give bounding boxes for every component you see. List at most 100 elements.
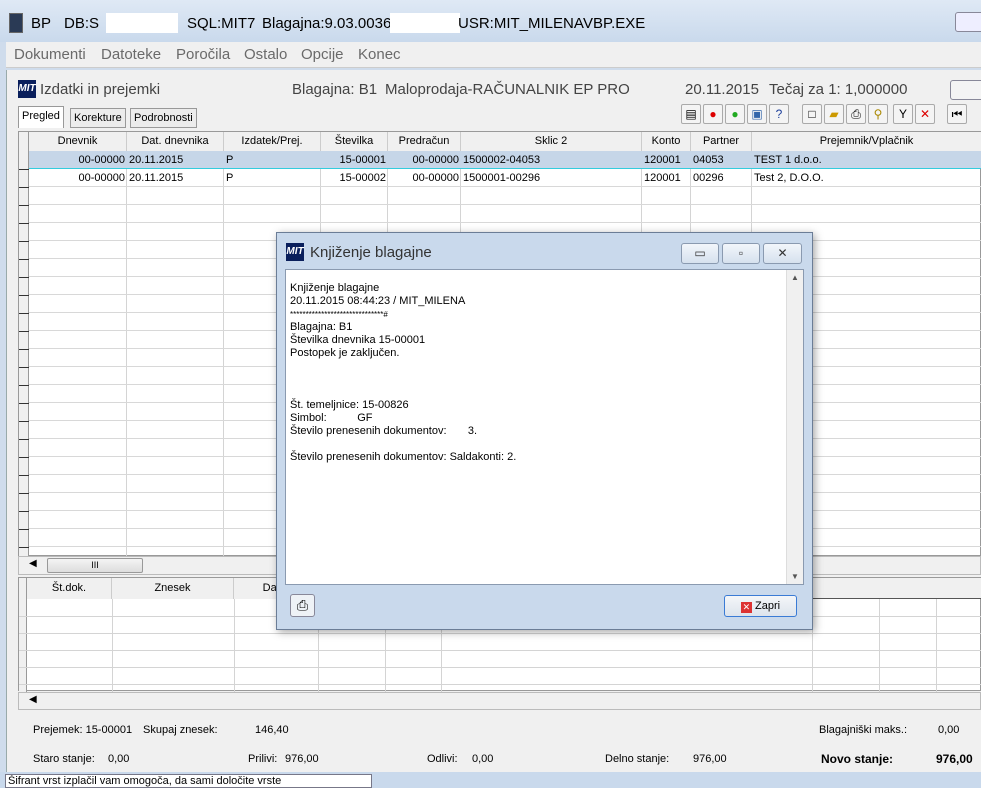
- row-header-marker: [19, 511, 29, 512]
- menu-dokumenti[interactable]: Dokumenti: [14, 46, 86, 63]
- export-icon[interactable]: ▣: [747, 104, 767, 124]
- row-divider: [19, 633, 981, 634]
- print-icon[interactable]: ⎙: [846, 104, 866, 124]
- dialog-maximize-button[interactable]: ▫: [722, 243, 760, 264]
- column-header[interactable]: Konto: [642, 132, 691, 151]
- prilivi-label: Prilivi:: [248, 753, 278, 765]
- child-minimize-button[interactable]: [950, 80, 981, 100]
- menu-ostalo[interactable]: Ostalo: [244, 46, 287, 63]
- table-cell: 04053: [693, 154, 724, 166]
- help-icon[interactable]: ?: [769, 104, 789, 124]
- row-header-marker: [19, 313, 29, 314]
- log-line: 20.11.2015 08:44:23 / MIT_MILENA: [290, 295, 466, 307]
- row-header-marker: [19, 547, 29, 548]
- menu-datoteke[interactable]: Datoteke: [101, 46, 161, 63]
- report-icon[interactable]: ▤: [681, 104, 701, 124]
- column-header[interactable]: Dat. dnevnika: [127, 132, 224, 151]
- table-row[interactable]: 00-00000 20.11.2015 P 15-00001 00-00000 15000…: [29, 151, 981, 169]
- filter-icon[interactable]: Y: [893, 104, 913, 124]
- column-header[interactable]: Predračun: [388, 132, 461, 151]
- row-header-marker: [19, 277, 29, 278]
- odlivi-label: Odlivi:: [427, 753, 458, 765]
- open-folder-icon[interactable]: ▰: [824, 104, 844, 124]
- tab-podrobnosti[interactable]: Podrobnosti: [130, 108, 197, 128]
- app-title-bar: BP DB:S SQL:MIT7 Blagajna:9.03.0036 USR:…: [0, 0, 981, 42]
- delete-icon[interactable]: ●: [703, 104, 723, 124]
- row-header-marker: [19, 169, 29, 170]
- table-cell: 120001: [644, 154, 681, 166]
- row-divider: [19, 684, 981, 685]
- find-icon[interactable]: ⚲: [868, 104, 888, 124]
- scroll-left-icon[interactable]: ◀: [29, 694, 37, 705]
- log-line: Št. temeljnice: 15-00826: [290, 399, 409, 411]
- table-cell: 15-00001: [339, 154, 387, 166]
- row-header-marker: [19, 475, 29, 476]
- row-divider: [19, 650, 981, 651]
- zapri-label: Zapri: [755, 600, 781, 612]
- row-header-marker: [19, 223, 29, 224]
- dialog-title: Knjiženje blagajne: [310, 244, 432, 261]
- row-header-marker: [19, 529, 29, 530]
- scroll-left-icon[interactable]: ◀: [29, 558, 37, 569]
- app-icon: [9, 13, 23, 33]
- row-header-marker: [19, 187, 29, 188]
- empty-row[interactable]: [29, 205, 981, 223]
- column-header[interactable]: Sklic 2: [461, 132, 642, 151]
- table-cell: 00296: [693, 172, 724, 184]
- dialog-minimize-button[interactable]: ▭: [681, 243, 719, 264]
- column-header[interactable]: Prejemnik/Vplačnik: [752, 132, 981, 151]
- log-line: [290, 373, 803, 386]
- menu-porocila[interactable]: Poročila: [176, 46, 230, 63]
- first-record-icon[interactable]: ⏮: [947, 104, 967, 124]
- dialog-print-button[interactable]: ⎙: [290, 594, 315, 617]
- column-header[interactable]: Številka: [321, 132, 388, 151]
- empty-row[interactable]: [29, 187, 981, 205]
- detail-horizontal-scrollbar[interactable]: ◀: [18, 692, 981, 710]
- column-header[interactable]: Dnevnik: [29, 132, 127, 151]
- table-cell: 15-00002: [339, 172, 387, 184]
- dialog-log-text: Knjiženje blagajne 20.11.2015 08:44:23 / …: [285, 269, 804, 585]
- column-header[interactable]: Izdatek/Prej.: [224, 132, 321, 151]
- zapri-button[interactable]: ✕ Zapri: [724, 595, 797, 617]
- vertical-scrollbar[interactable]: ▲ ▼: [786, 270, 803, 584]
- row-header-marker: [19, 367, 29, 368]
- table-cell: P: [226, 172, 234, 184]
- table-cell: 00-00000: [412, 172, 460, 184]
- novo-stanje-value: 976,00: [936, 752, 973, 766]
- log-line: [290, 360, 803, 373]
- tab-korekture[interactable]: Korekture: [70, 108, 126, 128]
- minimize-button[interactable]: [955, 12, 981, 32]
- add-icon[interactable]: ●: [725, 104, 745, 124]
- menu-konec[interactable]: Konec: [358, 46, 401, 63]
- menu-opcije[interactable]: Opcije: [301, 46, 344, 63]
- blagajna-version: Blagajna:9.03.0036: [262, 15, 392, 32]
- prilivi-value: 976,00: [285, 753, 319, 765]
- log-line: Blagajna: B1: [290, 321, 353, 333]
- date-label: 20.11.2015: [685, 81, 759, 98]
- dialog-close-button[interactable]: ✕: [763, 243, 802, 264]
- table-cell: 20.11.2015: [129, 154, 184, 166]
- column-divider: [936, 599, 937, 692]
- log-line: Knjiženje blagajne: [290, 282, 380, 294]
- row-header-marker: [19, 457, 29, 458]
- column-divider: [112, 599, 113, 692]
- novo-stanje-label: Novo stanje:: [821, 752, 894, 766]
- row-header-marker: [19, 421, 29, 422]
- redacted-area: [390, 13, 460, 33]
- cancel-icon[interactable]: ✕: [915, 104, 935, 124]
- child-title: Izdatki in prejemki: [40, 81, 161, 98]
- menu-bar: Dokumenti Datoteke Poročila Ostalo Opcij…: [6, 42, 981, 68]
- table-row[interactable]: 00-00000 20.11.2015 P 15-00002 00-00000 15000…: [29, 169, 981, 187]
- row-header-marker: [19, 493, 29, 494]
- scroll-down-icon[interactable]: ▼: [791, 572, 799, 581]
- log-line: [290, 386, 803, 399]
- scroll-up-icon[interactable]: ▲: [791, 273, 799, 282]
- column-znesek[interactable]: Znesek: [112, 578, 234, 599]
- scroll-thumb[interactable]: III: [47, 558, 143, 573]
- new-document-icon[interactable]: □: [802, 104, 822, 124]
- column-header[interactable]: Partner: [691, 132, 752, 151]
- table-cell: 1500002-04053: [463, 154, 541, 166]
- log-line: Simbol: GF: [290, 412, 373, 424]
- column-st-dok[interactable]: Št.dok.: [27, 578, 112, 599]
- tab-pregled[interactable]: Pregled: [18, 106, 64, 128]
